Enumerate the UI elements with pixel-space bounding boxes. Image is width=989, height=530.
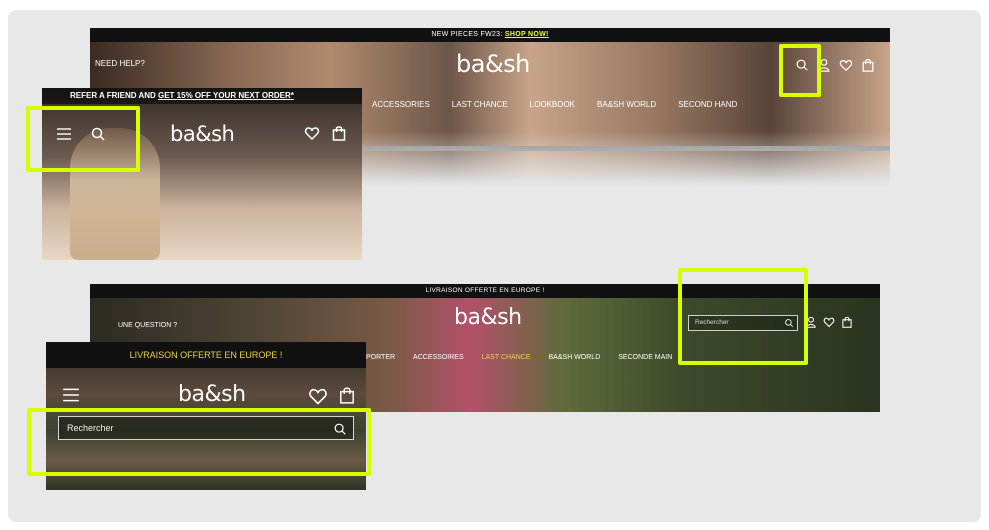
heart-icon[interactable] (304, 125, 320, 141)
logo[interactable]: ba&sh (454, 305, 522, 330)
main-nav: PORTER ACCESSOIRES LAST CHANCE BA&SH WOR… (366, 354, 672, 361)
highlight-desktop-search-field (678, 268, 808, 365)
logo[interactable]: ba&sh (456, 50, 530, 78)
highlight-desktop-search-icon (779, 44, 821, 97)
main-nav: ACCESSORIES LAST CHANCE LOOKBOOK BA&SH W… (372, 100, 737, 109)
nav-bash-world[interactable]: BA&SH WORLD (597, 100, 656, 109)
nav-seconde-main[interactable]: SECONDE MAIN (618, 354, 672, 361)
referral-link[interactable]: GET 15% OFF YOUR NEXT ORDER* (158, 91, 294, 100)
highlight-mobile-menu-search (26, 106, 140, 172)
referral-bar: REFER A FRIEND AND GET 15% OFF YOUR NEXT… (42, 88, 362, 104)
promo-bar: NEW PIECES FW23: SHOP NOW! (90, 28, 890, 42)
nav-last-chance[interactable]: LAST CHANCE (452, 100, 508, 109)
logo[interactable]: ba&sh (170, 122, 235, 146)
bag-icon[interactable] (861, 58, 875, 72)
nav-porter[interactable]: PORTER (366, 354, 395, 361)
referral-text: REFER A FRIEND AND (70, 91, 158, 100)
menu-icon[interactable] (62, 386, 80, 404)
bag-icon[interactable] (841, 316, 853, 328)
bag-icon[interactable] (331, 125, 347, 141)
heart-icon[interactable] (839, 58, 853, 72)
header-icons (805, 316, 853, 328)
nav-accessories[interactable]: ACCESSORIES (372, 100, 430, 109)
logo[interactable]: ba&sh (178, 382, 246, 407)
bag-icon[interactable] (338, 386, 356, 404)
question-link[interactable]: UNE QUESTION ? (118, 322, 177, 329)
nav-second-hand[interactable]: SECOND HAND (678, 100, 737, 109)
nav-accessoires[interactable]: ACCESSOIRES (413, 354, 464, 361)
nav-bash-world[interactable]: BA&SH WORLD (549, 354, 601, 361)
promo-text: NEW PIECES FW23: (431, 31, 505, 38)
nav-lookbook[interactable]: LOOKBOOK (530, 100, 575, 109)
help-link[interactable]: NEED HELP? (95, 59, 145, 68)
heart-icon[interactable] (823, 316, 835, 328)
heart-icon[interactable] (308, 386, 328, 406)
nav-last-chance[interactable]: LAST CHANCE (482, 354, 531, 361)
highlight-mobile-search-field (27, 408, 371, 476)
shop-now-link[interactable]: SHOP NOW! (505, 31, 549, 38)
shipping-bar: LIVRAISON OFFERTE EN EUROPE ! (46, 342, 366, 368)
